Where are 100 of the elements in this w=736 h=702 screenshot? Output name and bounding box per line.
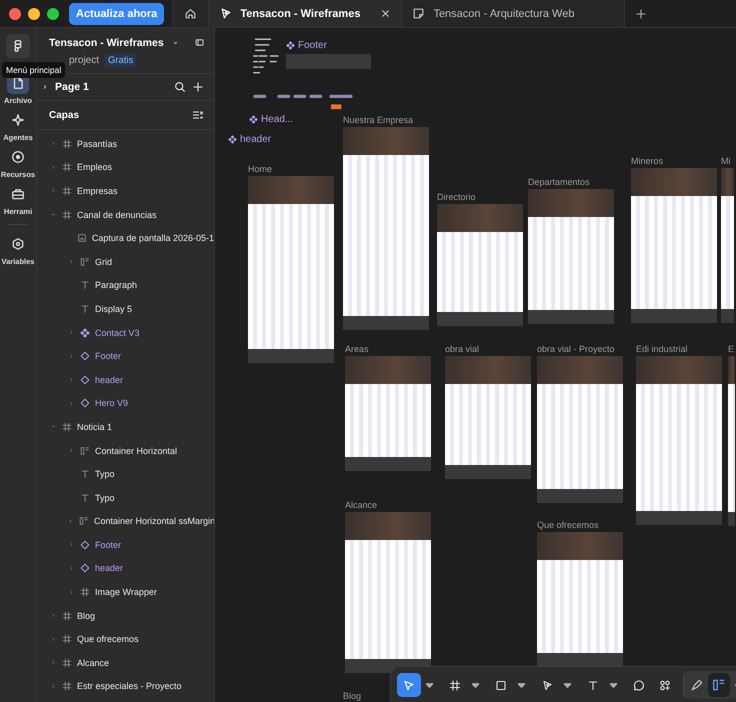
layer-item[interactable]: header — [37, 368, 214, 392]
frame-label[interactable]: Nuestra Empresa — [343, 116, 429, 125]
frame-label[interactable]: Alcance — [345, 501, 431, 510]
home-icon — [184, 7, 198, 20]
frame-label[interactable]: Areas — [345, 345, 431, 354]
layer-item[interactable]: Typo — [37, 462, 214, 486]
layer-item[interactable]: Empresas — [37, 179, 214, 203]
diamond-icon — [80, 398, 90, 408]
caret-icon[interactable] — [610, 682, 617, 688]
close-icon[interactable] — [380, 8, 392, 19]
hash-icon — [62, 634, 72, 644]
frame-label[interactable]: Edi industrial — [636, 345, 722, 354]
autolayout-icon — [80, 256, 90, 267]
layer-item[interactable]: Pasantías — [37, 132, 214, 156]
autolayout-icon — [79, 516, 89, 526]
component-icon — [228, 135, 237, 144]
frame-label[interactable]: E — [728, 345, 735, 354]
main-menu-button[interactable] — [6, 34, 30, 58]
tab[interactable]: Tensacon - Wireframes — [208, 0, 402, 27]
layer-item[interactable]: Blog — [37, 604, 214, 628]
window-control-button[interactable] — [28, 8, 40, 20]
layer-item[interactable]: Estr especiales - Proyecto — [37, 674, 214, 698]
section-title: Capas — [49, 110, 80, 120]
frame-label[interactable]: obra vial — [445, 345, 531, 354]
caret-icon[interactable] — [426, 682, 433, 688]
frame-label[interactable]: Home — [248, 165, 334, 174]
tab[interactable] — [172, 0, 208, 27]
plus-icon[interactable] — [635, 8, 648, 20]
text-icon — [80, 304, 90, 314]
component-label[interactable]: Footer — [286, 40, 327, 51]
layer-item[interactable]: Que ofrecemos — [37, 627, 214, 652]
layer-item[interactable]: Typo — [37, 486, 214, 510]
layer-item[interactable]: header — [37, 556, 214, 580]
layer-item[interactable]: Paragraph — [37, 274, 214, 298]
hash-icon — [62, 186, 72, 196]
window-control-button[interactable] — [47, 8, 59, 20]
tooltip: Menú principal — [2, 62, 66, 78]
plan-badge: Gratis — [105, 54, 136, 67]
upgrade-button[interactable]: Actualiza ahora — [69, 2, 164, 24]
tab[interactable]: Tensacon - Arquitectura Web — [401, 0, 624, 27]
frame-label[interactable]: Blog — [343, 692, 362, 701]
chevron-right-icon[interactable] — [41, 83, 49, 91]
layer-item[interactable]: Footer — [37, 344, 214, 368]
layer-item[interactable]: Alcance — [37, 651, 214, 675]
search-icon[interactable] — [174, 81, 186, 93]
autolayout-icon — [712, 678, 726, 692]
speech-bubble-icon — [633, 678, 645, 692]
component-icon — [80, 328, 90, 338]
tool-button[interactable] — [397, 673, 421, 697]
layer-item[interactable]: Footer — [37, 533, 214, 557]
layer-item[interactable]: Empleos — [37, 156, 214, 180]
project-label: project — [69, 55, 100, 66]
caret-icon[interactable] — [564, 682, 571, 688]
hash-icon — [449, 678, 461, 692]
diamond-icon — [80, 563, 90, 574]
page-name[interactable]: Page 1 — [55, 81, 89, 93]
frame-label[interactable]: Departamentos — [528, 178, 614, 187]
text-styles-drawing — [253, 36, 279, 76]
sticky-note-icon — [412, 7, 426, 20]
component-label[interactable]: Head... — [249, 114, 294, 125]
frame-label[interactable]: Mineros — [631, 157, 717, 166]
component-label[interactable]: header — [228, 134, 272, 145]
frame-label[interactable]: Mi — [721, 157, 734, 166]
circle-plus-icon — [11, 150, 25, 164]
layer-item[interactable]: Image Wrapper — [37, 580, 214, 604]
frame-label[interactable]: Que ofrecemos — [537, 521, 623, 530]
hexagon-icon — [11, 237, 25, 251]
file-icon — [11, 76, 25, 90]
hash-icon — [80, 587, 90, 598]
layer-item[interactable]: Display 5 — [37, 297, 214, 321]
layer-item[interactable]: Hero V9 — [37, 392, 214, 416]
layer-item[interactable]: Contact V3 — [37, 320, 214, 344]
caret-icon[interactable] — [472, 682, 479, 688]
diamond-icon — [80, 374, 90, 385]
hash-icon — [62, 681, 72, 692]
frame-label[interactable]: obra vial - Proyecto — [537, 345, 623, 354]
layer-item[interactable]: Grid — [37, 250, 214, 274]
caret-icon[interactable] — [518, 682, 525, 688]
frame-label[interactable]: Directorio — [437, 193, 523, 202]
hash-icon — [62, 138, 72, 149]
text-icon — [80, 469, 90, 480]
layer-item[interactable]: Captura de pantalla 2026-05-1 — [37, 226, 214, 250]
window-control-button[interactable] — [9, 8, 21, 20]
hash-icon — [62, 658, 72, 668]
hash-icon — [62, 422, 72, 432]
pen-nib-icon — [219, 7, 232, 20]
layer-item[interactable]: Canal de denuncias — [37, 202, 214, 226]
layer-item[interactable]: Container Horizontal — [37, 438, 214, 462]
component-icon — [249, 115, 258, 124]
marker-icon — [690, 678, 704, 692]
hash-icon — [62, 162, 72, 172]
layer-item[interactable]: Noticia 1 — [37, 415, 214, 439]
diamond-icon — [80, 540, 90, 550]
file-title[interactable]: Tensacon - Wireframes — [49, 36, 164, 48]
component-icon — [286, 41, 295, 50]
text-icon — [80, 280, 90, 290]
mode-button[interactable] — [708, 673, 730, 697]
hash-icon — [62, 210, 72, 220]
collapse-layers-icon[interactable] — [192, 109, 204, 121]
autolayout-icon — [80, 446, 90, 456]
